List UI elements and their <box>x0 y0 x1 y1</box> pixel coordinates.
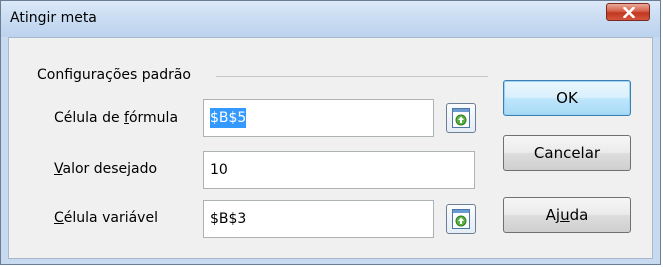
target-value-label-post: alor desejado <box>62 161 158 177</box>
target-value-input[interactable]: 10 <box>203 151 475 189</box>
help-button-label-pre: Aj <box>545 206 561 224</box>
formula-cell-input[interactable]: $B$5 <box>203 99 434 137</box>
variable-cell-label-post: élula variável <box>63 210 158 226</box>
help-button-label-post: da <box>569 206 589 224</box>
goal-seek-dialog: Atingir meta Configurações padrão Célula… <box>0 0 661 265</box>
help-button-label-mnemonic: u <box>560 206 570 224</box>
dialog-body: Configurações padrão Célula de fórmula $… <box>8 37 653 259</box>
variable-cell-value: $B$3 <box>210 211 247 227</box>
formula-cell-value: $B$5 <box>210 108 247 128</box>
help-button[interactable]: Ajuda <box>503 197 631 233</box>
formula-cell-label-post: órmula <box>128 110 179 126</box>
title-bar[interactable]: Atingir meta <box>1 1 660 37</box>
window-title: Atingir meta <box>10 10 97 26</box>
close-button[interactable] <box>606 3 650 21</box>
variable-cell-input[interactable]: $B$3 <box>203 200 434 238</box>
shrink-dialog-icon <box>452 108 470 128</box>
group-divider <box>216 76 488 77</box>
shrink-dialog-icon <box>452 209 470 229</box>
ok-button[interactable]: OK <box>503 80 631 116</box>
target-value-value: 10 <box>210 162 228 178</box>
variable-cell-label: Célula variável <box>54 210 158 226</box>
variable-cell-label-mnemonic: C <box>54 210 64 226</box>
variable-cell-shrink-button[interactable] <box>446 204 476 234</box>
formula-cell-shrink-button[interactable] <box>446 103 476 133</box>
group-label: Configurações padrão <box>37 67 191 83</box>
target-value-label: Valor desejado <box>54 161 157 177</box>
formula-cell-label: Célula de fórmula <box>54 110 178 126</box>
target-value-label-mnemonic: V <box>54 161 63 177</box>
formula-cell-label-pre: Célula de <box>54 110 125 126</box>
close-icon <box>623 7 635 18</box>
cancel-button[interactable]: Cancelar <box>503 135 631 171</box>
